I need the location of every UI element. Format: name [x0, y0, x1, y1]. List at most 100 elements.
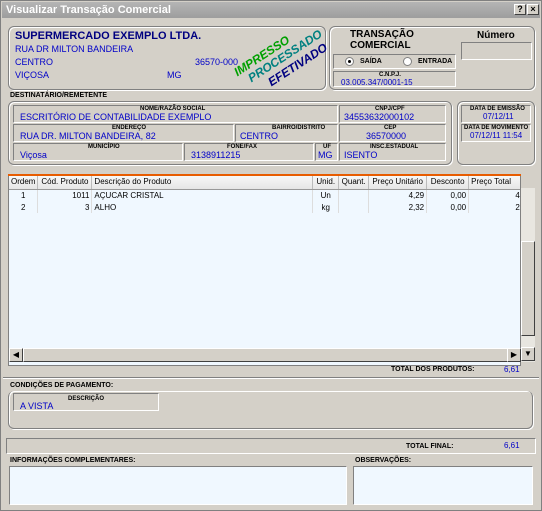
entrada-radio[interactable]: [403, 57, 412, 66]
title-bar: Visualizar Transação Comercial: [2, 2, 540, 18]
emission-date: 07/12/11: [483, 112, 514, 121]
cell-desconto: 0,00: [426, 189, 470, 201]
recipient-city: Viçosa: [20, 150, 47, 160]
total-products-value: 6,61: [504, 365, 520, 374]
scroll-down-icon[interactable]: ▼: [521, 347, 535, 361]
transaction-title-2: COMERCIAL: [350, 40, 411, 51]
help-button[interactable]: ?: [514, 4, 526, 15]
cell-quant: [338, 189, 370, 201]
recipient-cnpj: 34553632000102: [344, 112, 415, 122]
recipient-city-field: MUNICÍPIO Viçosa: [13, 143, 183, 161]
divider: [3, 377, 539, 378]
recipient-district-label: BAIRRO/DISTRITO: [272, 125, 326, 131]
recipient-cep: 36570000: [366, 131, 407, 141]
saida-radio[interactable]: [345, 57, 354, 66]
company-panel: SUPERMERCADO EXEMPLO LTDA. RUA DR MILTON…: [8, 26, 330, 90]
items-table: Ordem Cód. Produto Descrição do Produto …: [9, 175, 520, 213]
cell-descricao: ALHO: [91, 201, 314, 213]
recipient-ie-field: INSC.ESTADUAL ISENTO: [339, 143, 446, 161]
company-state: MG: [167, 70, 182, 80]
col-descricao[interactable]: Descrição do Produto: [91, 175, 314, 190]
cell-preco-unit: 2,32: [368, 201, 428, 213]
cell-unid: kg: [312, 201, 340, 213]
recipient-name: ESCRITÓRIO DE CONTABILIDADE EXEMPLO: [20, 112, 212, 122]
recipient-name-field: NOME/RAZÃO SOCIAL ESCRITÓRIO DE CONTABIL…: [13, 105, 338, 123]
col-preco-unit[interactable]: Preço Unitário: [368, 175, 428, 190]
cell-unid: Un: [312, 189, 340, 201]
movement-field: DATA DE MOVIMENTO 07/12/11 11:54: [461, 124, 531, 142]
recipient-section-label: DESTINATÁRIO/REMETENTE: [10, 92, 108, 99]
company-name: SUPERMERCADO EXEMPLO LTDA.: [15, 30, 202, 42]
recipient-cnpj-field: CNPJ/CPF 34553632000102: [339, 105, 446, 123]
recipient-phone: 3138911215: [191, 150, 241, 160]
col-codigo[interactable]: Cód. Produto: [37, 175, 93, 190]
cell-desconto: 0,00: [426, 201, 470, 213]
company-district: CENTRO: [15, 57, 53, 67]
table-row[interactable]: 2 3 ALHO kg 2,32 0,00 2,32: [9, 201, 520, 213]
info-label: INFORMAÇÕES COMPLEMENTARES:: [10, 457, 136, 464]
vertical-scroll-thumb[interactable]: [521, 241, 535, 336]
recipient-district: CENTRO: [240, 131, 278, 141]
recipient-cep-field: CEP 36570000: [339, 124, 446, 142]
payment-desc-label: DESCRIÇÃO: [68, 396, 105, 402]
dates-panel: DATA DE EMISSÃO 07/12/11 DATA DE MOVIMEN…: [457, 101, 535, 165]
col-unid[interactable]: Unid.: [312, 175, 340, 190]
type-radio-group: SAÍDA ENTRADA: [333, 54, 456, 69]
cell-preco-unit: 4,29: [368, 189, 428, 201]
cell-preco-total: 2,32: [468, 201, 520, 213]
payment-desc: A VISTA: [20, 401, 54, 411]
horizontal-scroll-thumb[interactable]: [23, 348, 511, 362]
payment-desc-field: DESCRIÇÃO A VISTA: [13, 393, 159, 411]
col-ordem[interactable]: Ordem: [9, 175, 39, 190]
recipient-uf: MG: [318, 150, 333, 160]
recipient-address-field: ENDEREÇO RUA DR. MILTON BANDEIRA, 82: [13, 124, 234, 142]
recipient-address: RUA DR. MILTON BANDEIRA, 82: [20, 131, 156, 141]
final-total-label: TOTAL FINAL:: [406, 443, 454, 450]
cell-codigo: 3: [37, 201, 93, 213]
items-grid: Ordem Cód. Produto Descrição do Produto …: [8, 174, 521, 366]
recipient-phone-field: FONE/FAX 3138911215: [184, 143, 314, 161]
numero-label: Número: [477, 30, 515, 41]
cell-descricao: AÇUCAR CRISTAL: [91, 189, 314, 201]
cell-ordem: 1: [9, 189, 39, 201]
entrada-label: ENTRADA: [418, 58, 453, 65]
scroll-right-icon[interactable]: ▶: [507, 348, 521, 362]
transaction-title-1: TRANSAÇÃO: [350, 29, 414, 40]
total-products-label: TOTAL DOS PRODUTOS:: [391, 366, 475, 373]
recipient-city-label: MUNICÍPIO: [88, 144, 120, 150]
col-desconto[interactable]: Desconto: [426, 175, 470, 190]
close-button[interactable]: ×: [527, 4, 539, 15]
transaction-window: Visualizar Transação Comercial ? × SUPER…: [0, 0, 542, 511]
col-quant[interactable]: Quant.: [338, 175, 370, 190]
items-header-row: Ordem Cód. Produto Descrição do Produto …: [9, 175, 520, 190]
final-total-bar: TOTAL FINAL: 6,61: [6, 438, 536, 454]
transaction-panel: TRANSAÇÃO COMERCIAL SAÍDA ENTRADA C.N.P.…: [329, 26, 535, 90]
grid-header-accent: [8, 174, 521, 176]
scroll-left-icon[interactable]: ◀: [9, 348, 23, 362]
cell-ordem: 2: [9, 201, 39, 213]
recipient-panel: NOME/RAZÃO SOCIAL ESCRITÓRIO DE CONTABIL…: [8, 101, 452, 165]
payment-panel: DESCRIÇÃO A VISTA: [8, 391, 533, 429]
company-city: VIÇOSA: [15, 70, 50, 80]
payment-section-label: CONDIÇÕES DE PAGAMENTO:: [10, 382, 114, 389]
cnpj-field: C.N.P.J. 03.005.347/0001-15: [333, 71, 456, 87]
info-textarea[interactable]: [9, 466, 347, 505]
company-street: RUA DR MILTON BANDEIRA: [15, 44, 134, 54]
emission-field: DATA DE EMISSÃO 07/12/11: [461, 105, 531, 123]
recipient-district-field: BAIRRO/DISTRITO CENTRO: [235, 124, 338, 142]
col-preco-total[interactable]: Preço Total: [468, 175, 520, 190]
movement-date: 07/12/11 11:54: [470, 131, 523, 140]
cell-preco-total: 4,29: [468, 189, 520, 201]
cell-quant: [338, 201, 370, 213]
recipient-uf-field: UF MG: [315, 143, 338, 161]
cell-codigo: 1011: [37, 189, 93, 201]
observations-label: OBSERVAÇÕES:: [355, 457, 412, 464]
observations-textarea[interactable]: [353, 466, 533, 505]
final-total-value: 6,61: [504, 441, 520, 450]
cnpj-value: 03.005.347/0001-15: [341, 78, 413, 87]
window-title: Visualizar Transação Comercial: [6, 4, 171, 16]
table-row[interactable]: 1 1011 AÇUCAR CRISTAL Un 4,29 0,00 4,29: [9, 189, 520, 201]
recipient-ie: ISENTO: [344, 150, 378, 160]
saida-label: SAÍDA: [360, 58, 382, 65]
numero-field: [461, 42, 532, 60]
